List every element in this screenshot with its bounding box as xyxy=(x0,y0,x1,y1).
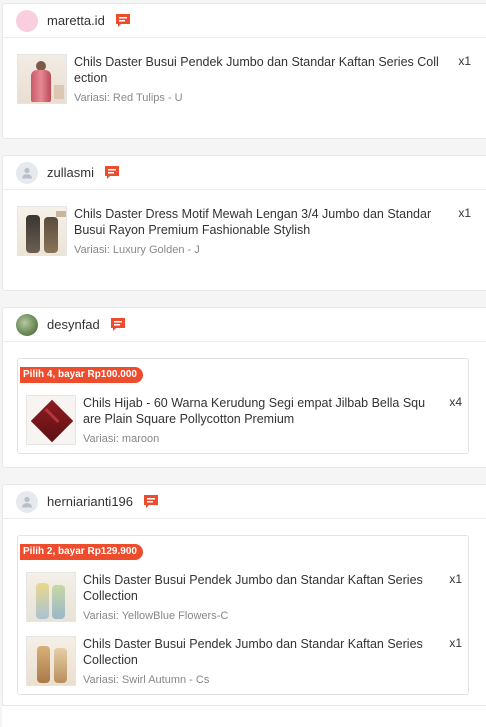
next-order-card-edge xyxy=(2,705,486,727)
item-info: Chils Daster Busui Pendek Jumbo dan Stan… xyxy=(83,636,462,686)
product-title[interactable]: Chils Daster Busui Pendek Jumbo dan Stan… xyxy=(83,636,430,668)
order-header: maretta.id xyxy=(3,4,486,38)
product-thumbnail xyxy=(17,206,67,256)
default-user-icon xyxy=(20,495,34,509)
order-header: herniarianti196 xyxy=(3,485,486,519)
avatar[interactable] xyxy=(16,9,38,32)
product-thumbnail xyxy=(26,572,76,622)
product-title[interactable]: Chils Daster Busui Pendek Jumbo dan Stan… xyxy=(83,572,430,604)
product-variant: Variasi: Red Tulips - U xyxy=(74,92,183,104)
avatar[interactable] xyxy=(16,313,38,336)
order-item[interactable]: Chils Daster Busui Pendek Jumbo dan Stan… xyxy=(26,636,462,686)
order-item[interactable]: Chils Daster Dress Motif Mewah Lengan 3/… xyxy=(17,206,471,256)
order-card: maretta.id Chils Daster Busui Pendek Jum… xyxy=(2,3,486,139)
order-header: zullasmi xyxy=(3,156,486,190)
order-header: desynfad xyxy=(3,308,486,342)
buyer-username[interactable]: herniarianti196 xyxy=(47,494,133,509)
order-item[interactable]: Chils Daster Busui Pendek Jumbo dan Stan… xyxy=(26,572,462,622)
item-info: Chils Hijab - 60 Warna Kerudung Segi emp… xyxy=(83,395,462,445)
default-user-icon xyxy=(20,166,34,180)
chat-icon[interactable] xyxy=(104,165,120,180)
chat-icon[interactable] xyxy=(110,317,126,332)
order-card: desynfad Pilih 4, bayar Rp100.000 Chils … xyxy=(2,307,486,468)
product-variant: Variasi: YellowBlue Flowers-C xyxy=(83,610,229,622)
bundle-deal-tag: Pilih 2, bayar Rp129.900 xyxy=(20,544,143,560)
order-card: zullasmi Chils Daster Dress Motif Mewah … xyxy=(2,155,486,291)
order-item[interactable]: Chils Hijab - 60 Warna Kerudung Segi emp… xyxy=(26,395,462,445)
item-quantity: x1 xyxy=(458,206,471,220)
chat-icon[interactable] xyxy=(143,494,159,509)
product-variant: Variasi: Swirl Autumn - Cs xyxy=(83,674,210,686)
product-variant: Variasi: Luxury Golden - J xyxy=(74,244,200,256)
buyer-username[interactable]: zullasmi xyxy=(47,165,94,180)
chat-icon[interactable] xyxy=(115,13,131,28)
product-thumbnail xyxy=(26,395,76,445)
item-quantity: x1 xyxy=(449,636,462,650)
bundle-deal-box: Pilih 4, bayar Rp100.000 Chils Hijab - 6… xyxy=(17,358,469,454)
order-item[interactable]: Chils Daster Busui Pendek Jumbo dan Stan… xyxy=(17,54,471,104)
item-info: Chils Daster Busui Pendek Jumbo dan Stan… xyxy=(74,54,471,104)
buyer-username[interactable]: desynfad xyxy=(47,317,100,332)
product-title[interactable]: Chils Hijab - 60 Warna Kerudung Segi emp… xyxy=(83,395,430,427)
order-card: herniarianti196 Pilih 2, bayar Rp129.900… xyxy=(2,484,486,706)
item-info: Chils Daster Dress Motif Mewah Lengan 3/… xyxy=(74,206,471,256)
item-quantity: x1 xyxy=(458,54,471,68)
item-info: Chils Daster Busui Pendek Jumbo dan Stan… xyxy=(83,572,462,622)
bundle-deal-tag: Pilih 4, bayar Rp100.000 xyxy=(20,367,143,383)
product-title[interactable]: Chils Daster Busui Pendek Jumbo dan Stan… xyxy=(74,54,439,86)
avatar[interactable] xyxy=(16,161,38,184)
product-title[interactable]: Chils Daster Dress Motif Mewah Lengan 3/… xyxy=(74,206,439,238)
item-quantity: x1 xyxy=(449,572,462,586)
product-variant: Variasi: maroon xyxy=(83,433,160,445)
product-thumbnail xyxy=(17,54,67,104)
product-thumbnail xyxy=(26,636,76,686)
buyer-username[interactable]: maretta.id xyxy=(47,13,105,28)
bundle-deal-box: Pilih 2, bayar Rp129.900 Chils Daster Bu… xyxy=(17,535,469,695)
item-quantity: x4 xyxy=(449,395,462,409)
avatar[interactable] xyxy=(16,490,38,513)
